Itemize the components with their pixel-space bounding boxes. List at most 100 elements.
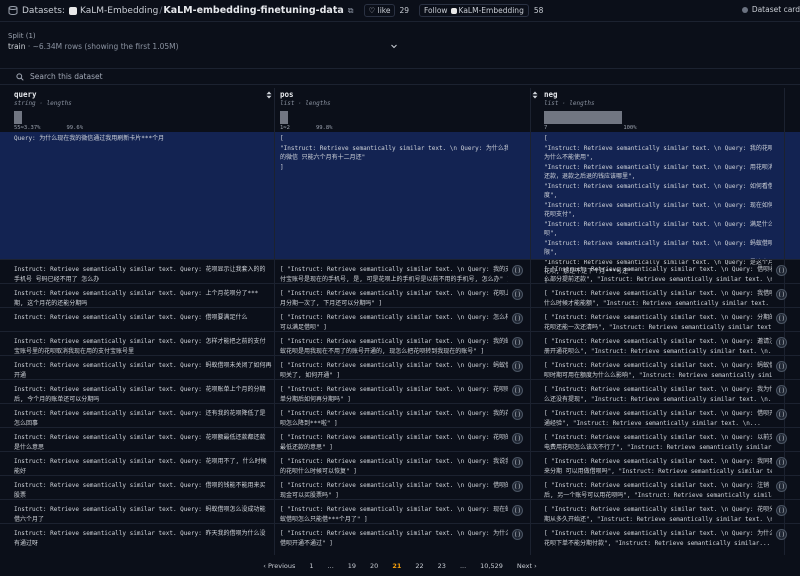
expand-pos-button[interactable]: ⟨⟩ bbox=[512, 505, 523, 516]
length-range: 55≈3.37% 99.6% bbox=[14, 125, 109, 131]
page-link[interactable]: 22 bbox=[415, 562, 423, 570]
expand-neg-button[interactable]: ⟨⟩ bbox=[776, 361, 787, 372]
follow-button[interactable]: Follow KaLM-Embedding bbox=[419, 4, 529, 17]
expand-neg-button[interactable]: ⟨⟩ bbox=[776, 481, 787, 492]
expand-pos-button[interactable]: ⟨⟩ bbox=[512, 409, 523, 420]
length-histogram[interactable] bbox=[14, 111, 22, 124]
page-link[interactable]: 19 bbox=[348, 562, 356, 570]
previous-page-button[interactable]: ‹ Previous bbox=[263, 562, 295, 570]
dataset-card-tab[interactable]: Dataset card bbox=[741, 5, 800, 14]
expand-pos-button[interactable]: ⟨⟩ bbox=[512, 313, 523, 324]
expand-pos-button[interactable]: ⟨⟩ bbox=[512, 433, 523, 444]
split-sep: · bbox=[25, 42, 33, 51]
expand-pos-button[interactable]: ⟨⟩ bbox=[512, 385, 523, 396]
length-histogram[interactable] bbox=[280, 111, 288, 124]
expand-neg-button[interactable]: ⟨⟩ bbox=[776, 289, 787, 300]
column-name: pos bbox=[280, 90, 294, 99]
expand-neg-button[interactable]: ⟨⟩ bbox=[776, 409, 787, 420]
query-cell: Instruct: Retrieve semantically similar … bbox=[14, 434, 266, 451]
expand-pos-button[interactable]: ⟨⟩ bbox=[512, 289, 523, 300]
expand-pos-button[interactable]: ⟨⟩ bbox=[512, 481, 523, 492]
pos-cell: [ "Instruct: Retrieve semantically simil… bbox=[280, 410, 508, 427]
neg-cell: [ "Instruct: Retrieve semantically simil… bbox=[544, 314, 772, 331]
table-row[interactable]: Instruct: Retrieve semantically similar … bbox=[0, 475, 800, 499]
range-min: 1≈2 bbox=[280, 125, 290, 131]
table-row[interactable]: Instruct: Retrieve semantically similar … bbox=[0, 451, 800, 475]
pos-cell: [ "Instruct: Retrieve semantically simil… bbox=[280, 458, 508, 475]
datasets-label[interactable]: Datasets: bbox=[22, 6, 65, 16]
org-logo-icon bbox=[68, 6, 77, 15]
page-link[interactable]: 20 bbox=[370, 562, 378, 570]
path-separator: / bbox=[159, 5, 163, 16]
table-row[interactable]: Instruct: Retrieve semantically similar … bbox=[0, 523, 800, 555]
length-histogram[interactable] bbox=[544, 111, 622, 124]
table-row[interactable]: Instruct: Retrieve semantically similar … bbox=[0, 499, 800, 523]
expand-neg-button[interactable]: ⟨⟩ bbox=[776, 529, 787, 540]
table-row[interactable]: Instruct: Retrieve semantically similar … bbox=[0, 355, 800, 379]
neg-cell: [ "Instruct: Retrieve semantically simil… bbox=[544, 434, 772, 451]
table-row[interactable]: Instruct: Retrieve semantically similar … bbox=[0, 331, 800, 355]
neg-cell: [ "Instruct: Retrieve semantically simil… bbox=[544, 458, 772, 475]
column-header-pos: pos list · lengths 1≈2 99.8% bbox=[266, 88, 542, 132]
page-ellipsis: ... bbox=[327, 561, 334, 570]
page-link[interactable]: 23 bbox=[438, 562, 446, 570]
like-count[interactable]: 29 bbox=[399, 6, 409, 15]
page-link[interactable]: 10,529 bbox=[480, 562, 503, 570]
query-cell: Instruct: Retrieve semantically similar … bbox=[14, 362, 272, 379]
query-cell: Instruct: Retrieve semantically similar … bbox=[14, 410, 266, 427]
follow-count[interactable]: 58 bbox=[534, 6, 544, 15]
expand-pos-button[interactable]: ⟨⟩ bbox=[512, 529, 523, 540]
table-row[interactable]: Instruct: Retrieve semantically similar … bbox=[0, 259, 800, 283]
search-input[interactable] bbox=[30, 72, 330, 81]
column-type: list · lengths bbox=[280, 100, 331, 107]
follow-label: Follow bbox=[424, 6, 448, 15]
like-button[interactable]: ♡ like bbox=[363, 4, 396, 17]
expand-neg-button[interactable]: ⟨⟩ bbox=[776, 433, 787, 444]
range-max: 100% bbox=[623, 125, 637, 131]
expand-neg-button[interactable]: ⟨⟩ bbox=[776, 385, 787, 396]
pos-cell: [ "Instruct: Retrieve semantically simil… bbox=[280, 386, 508, 403]
query-cell: Instruct: Retrieve semantically similar … bbox=[14, 530, 266, 547]
query-cell: Instruct: Retrieve semantically similar … bbox=[14, 338, 266, 355]
query-cell: Instruct: Retrieve semantically similar … bbox=[14, 290, 259, 307]
page-link[interactable]: 1 bbox=[309, 562, 313, 570]
search-icon bbox=[16, 72, 24, 81]
table-row[interactable]: Instruct: Retrieve semantically similar … bbox=[0, 427, 800, 451]
expand-neg-button[interactable]: ⟨⟩ bbox=[776, 505, 787, 516]
page-link-current[interactable]: 21 bbox=[392, 562, 401, 570]
dataset-card-icon bbox=[741, 6, 748, 13]
query-cell: Instruct: Retrieve semantically similar … bbox=[14, 506, 266, 523]
expand-neg-button[interactable]: ⟨⟩ bbox=[776, 457, 787, 468]
next-page-button[interactable]: Next › bbox=[517, 562, 537, 570]
neg-cell: [ "Instruct: Retrieve semantically simil… bbox=[544, 290, 772, 307]
expand-pos-button[interactable]: ⟨⟩ bbox=[512, 361, 523, 372]
expand-pos-button[interactable]: ⟨⟩ bbox=[512, 337, 523, 348]
expand-neg-button[interactable]: ⟨⟩ bbox=[776, 337, 787, 348]
column-header-query: query string · lengths 55≈3.37% 99.6% bbox=[0, 88, 276, 132]
table-row[interactable]: Instruct: Retrieve semantically similar … bbox=[0, 403, 800, 427]
expand-neg-button[interactable]: ⟨⟩ bbox=[776, 313, 787, 324]
org-link[interactable]: KaLM-Embedding bbox=[80, 6, 158, 16]
dataset-card-label: Dataset card bbox=[751, 5, 800, 14]
table-row[interactable]: Instruct: Retrieve semantically similar … bbox=[0, 283, 800, 307]
search-bar bbox=[0, 68, 800, 85]
query-cell: Instruct: Retrieve semantically similar … bbox=[14, 314, 248, 321]
pagination: ‹ Previous 1 ... 19 20 21 22 23 ... 10,5… bbox=[0, 555, 800, 576]
table-row[interactable]: Instruct: Retrieve semantically similar … bbox=[0, 307, 800, 331]
table-row[interactable]: Instruct: Retrieve semantically similar … bbox=[0, 379, 800, 403]
table-row[interactable]: Query: 为什么现在我的微信通过我用刷新卡片***个月 [ "Instruc… bbox=[0, 132, 800, 285]
neg-cell: [ "Instruct: Retrieve semantically simil… bbox=[544, 266, 772, 283]
range-max: 99.6% bbox=[66, 125, 84, 131]
query-cell: Instruct: Retrieve semantically similar … bbox=[14, 266, 266, 283]
split-rows: ~6.34M rows (showing the first 1.05M) bbox=[32, 42, 179, 51]
chevron-down-icon[interactable] bbox=[390, 42, 398, 50]
column-header-neg: neg list · lengths 7 100% bbox=[530, 88, 800, 132]
repo-link[interactable]: KaLM-embedding-finetuning-data bbox=[163, 5, 343, 16]
pos-cell: [ "Instruct: Retrieve semantically simil… bbox=[280, 135, 508, 171]
split-selector[interactable]: Split (1) train · ~6.34M rows (showing t… bbox=[8, 32, 398, 56]
expand-pos-button[interactable]: ⟨⟩ bbox=[512, 265, 523, 276]
expand-neg-button[interactable]: ⟨⟩ bbox=[776, 265, 787, 276]
neg-cell: [ "Instruct: Retrieve semantically simil… bbox=[544, 410, 772, 427]
expand-pos-button[interactable]: ⟨⟩ bbox=[512, 457, 523, 468]
copy-icon[interactable]: ⧉ bbox=[348, 6, 354, 16]
